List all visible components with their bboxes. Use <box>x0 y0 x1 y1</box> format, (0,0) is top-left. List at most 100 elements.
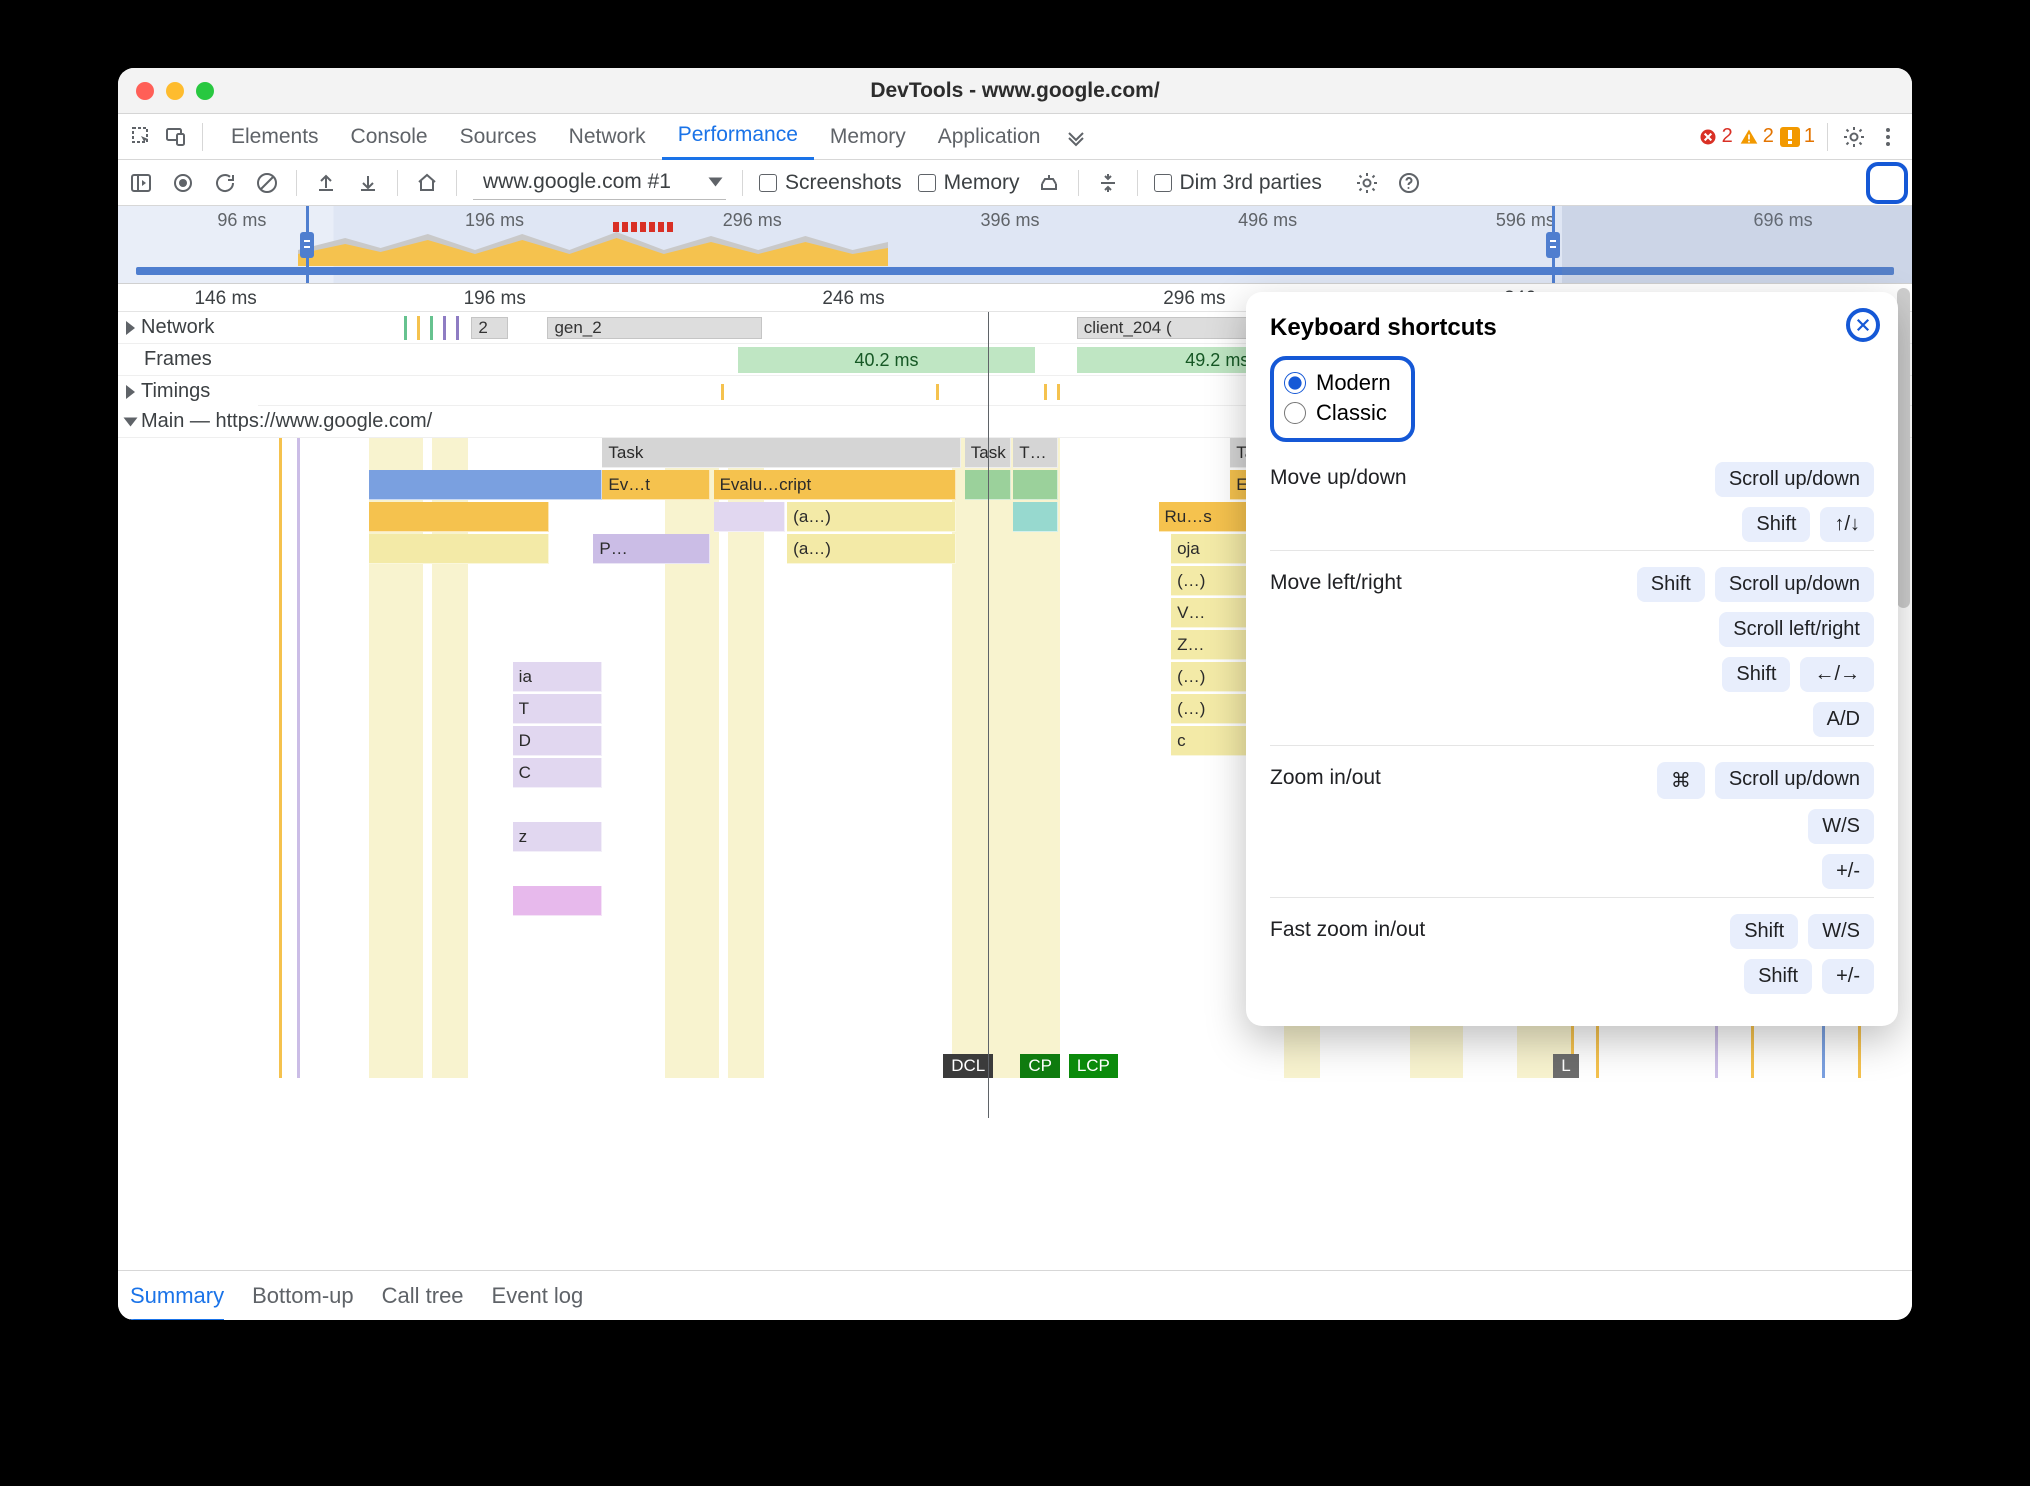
network-request[interactable]: 2 <box>471 317 507 339</box>
timing-badge-lcp[interactable]: LCP <box>1069 1054 1118 1078</box>
window-close-button[interactable] <box>136 82 154 100</box>
minimap-overview[interactable]: 96 ms196 ms296 ms396 ms496 ms596 ms696 m… <box>118 206 1912 284</box>
flame-block[interactable]: (a…) <box>787 502 956 532</box>
status-warnings[interactable]: 2 <box>1739 125 1774 148</box>
keyboard-shortcuts-popover: Keyboard shortcuts ModernClassic Move up… <box>1246 292 1898 1026</box>
keycap: ↑/↓ <box>1820 507 1874 542</box>
panel-tabstrip: ElementsConsoleSourcesNetworkPerformance… <box>118 114 1912 160</box>
details-tab-bottom-up[interactable]: Bottom-up <box>252 1283 354 1309</box>
collapse-icon[interactable] <box>124 417 138 426</box>
ruler-tick: 196 ms <box>464 288 526 310</box>
details-tab-event-log[interactable]: Event log <box>492 1283 584 1309</box>
record-icon[interactable] <box>170 170 196 196</box>
flame-block[interactable]: C <box>513 758 603 788</box>
vertical-scrollbar[interactable] <box>1897 288 1910 608</box>
performance-toolbar: www.google.com #1 Screenshots Memory Dim… <box>118 160 1912 206</box>
details-tab-call-tree[interactable]: Call tree <box>382 1283 464 1309</box>
ruler-tick: 296 ms <box>1163 288 1225 310</box>
device-toggle-icon[interactable] <box>162 123 190 151</box>
more-tabs-icon[interactable] <box>1062 123 1090 151</box>
screenshots-checkbox[interactable]: Screenshots <box>759 171 902 195</box>
tab-performance[interactable]: Performance <box>662 114 814 160</box>
timing-badge-cp[interactable]: CP <box>1020 1054 1060 1078</box>
flame-block[interactable] <box>1013 470 1058 500</box>
flame-block[interactable]: ia <box>513 662 603 692</box>
expand-icon[interactable] <box>126 321 135 335</box>
tab-sources[interactable]: Sources <box>444 114 553 160</box>
chevron-down-icon <box>708 178 722 187</box>
keycap: A/D <box>1813 702 1874 737</box>
window-zoom-button[interactable] <box>196 82 214 100</box>
flame-block[interactable]: T… <box>1013 438 1058 468</box>
flame-block[interactable] <box>369 534 548 564</box>
flame-block[interactable]: D <box>513 726 603 756</box>
expand-icon[interactable] <box>126 385 135 399</box>
keycap: Scroll left/right <box>1719 612 1874 647</box>
tab-console[interactable]: Console <box>335 114 444 160</box>
flame-block[interactable]: Ev…t <box>602 470 710 500</box>
keycap: W/S <box>1808 809 1874 844</box>
flame-block[interactable]: (a…) <box>787 534 956 564</box>
flame-block[interactable] <box>714 502 786 532</box>
status-issues[interactable]: 1 <box>1780 125 1815 148</box>
details-tabstrip: Summary Bottom-up Call tree Event log <box>118 1270 1912 1320</box>
memory-checkbox[interactable]: Memory <box>918 171 1020 195</box>
flame-block[interactable] <box>513 886 603 916</box>
capture-settings-icon[interactable] <box>1354 170 1380 196</box>
flame-block[interactable]: Evalu…cript <box>714 470 956 500</box>
minimap-tick: 96 ms <box>217 210 266 231</box>
scheme-radio-classic[interactable]: Classic <box>1284 398 1391 428</box>
dim-3rd-parties-checkbox[interactable]: Dim 3rd parties <box>1154 171 1322 195</box>
keycap: +/- <box>1822 959 1874 994</box>
inspect-icon[interactable] <box>128 123 156 151</box>
upload-icon[interactable] <box>313 170 339 196</box>
flame-block[interactable] <box>1013 502 1058 532</box>
keycap: Scroll up/down <box>1715 462 1874 497</box>
details-tab-summary[interactable]: Summary <box>130 1283 224 1321</box>
scheme-radio-modern[interactable]: Modern <box>1284 368 1391 398</box>
keycap: Shift <box>1722 657 1790 692</box>
playhead-cursor <box>988 312 989 1118</box>
help-icon[interactable] <box>1396 170 1422 196</box>
shortcut-scheme-radio-group: ModernClassic <box>1270 356 1415 442</box>
tab-application[interactable]: Application <box>922 114 1057 160</box>
status-errors[interactable]: 2 <box>1698 125 1733 148</box>
gc-icon[interactable] <box>1036 170 1062 196</box>
settings-icon[interactable] <box>1840 123 1868 151</box>
ruler-tick: 146 ms <box>194 288 256 310</box>
flame-block[interactable] <box>369 502 548 532</box>
ruler-tick: 246 ms <box>822 288 884 310</box>
popover-close-button[interactable] <box>1846 308 1880 342</box>
flame-block[interactable]: P… <box>593 534 710 564</box>
flame-block[interactable]: z <box>513 822 603 852</box>
tab-memory[interactable]: Memory <box>814 114 922 160</box>
home-icon[interactable] <box>414 170 440 196</box>
network-request[interactable]: gen_2 <box>547 317 762 339</box>
overview-handle-left[interactable] <box>298 206 316 283</box>
collapse-icon[interactable] <box>1095 170 1121 196</box>
keycap: Scroll up/down <box>1715 567 1874 602</box>
minimap-tick: 496 ms <box>1238 210 1297 231</box>
reload-record-icon[interactable] <box>212 170 238 196</box>
tab-elements[interactable]: Elements <box>215 114 335 160</box>
recording-selector-label: www.google.com #1 <box>483 170 671 194</box>
flame-block[interactable]: T <box>513 694 603 724</box>
popover-title: Keyboard shortcuts <box>1270 314 1874 342</box>
keycap: Shift <box>1744 959 1812 994</box>
tab-network[interactable]: Network <box>553 114 662 160</box>
window-minimize-button[interactable] <box>166 82 184 100</box>
kebab-menu-icon[interactable] <box>1874 123 1902 151</box>
overview-handle-right[interactable] <box>1544 206 1562 283</box>
download-icon[interactable] <box>355 170 381 196</box>
recording-selector[interactable]: www.google.com #1 <box>473 166 726 200</box>
keycap: Scroll up/down <box>1715 762 1874 799</box>
clear-icon[interactable] <box>254 170 280 196</box>
keycap: Shift <box>1730 914 1798 949</box>
timing-badge-dcl[interactable]: DCL <box>943 1054 993 1078</box>
frame[interactable]: 40.2 ms <box>738 347 1036 373</box>
flame-block[interactable] <box>369 470 602 500</box>
flame-block[interactable]: Task <box>602 438 961 468</box>
keycap: +/- <box>1822 854 1874 889</box>
toggle-sidebar-icon[interactable] <box>128 170 154 196</box>
timing-badge-l[interactable]: L <box>1553 1054 1578 1078</box>
